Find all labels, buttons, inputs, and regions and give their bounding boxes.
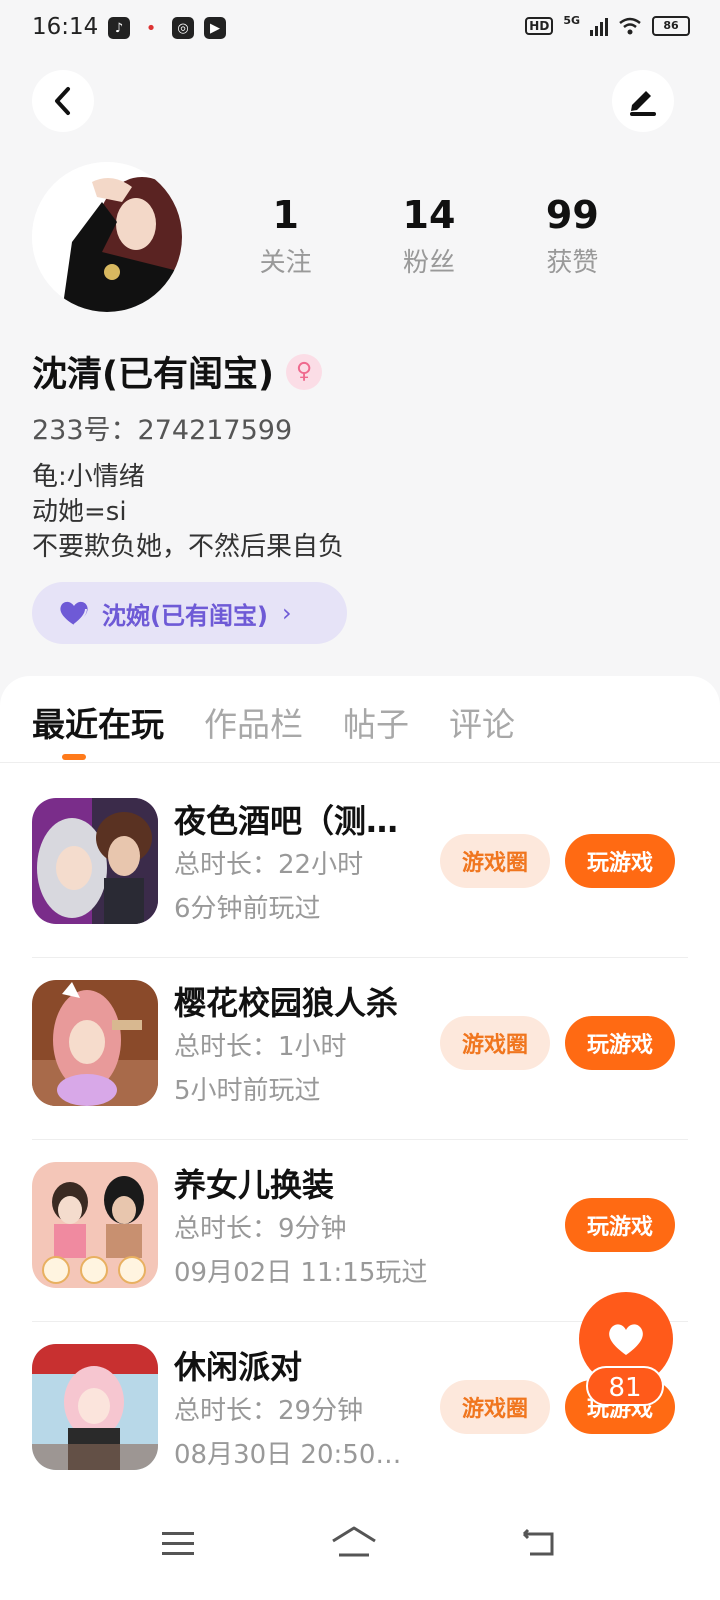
tab-comments[interactable]: 评论 bbox=[449, 698, 515, 746]
edit-profile-button[interactable] bbox=[612, 70, 674, 132]
status-bar: 16:14 ♪ • ◎ ▶ HD 5G 86 bbox=[0, 0, 720, 58]
name-row: 沈清(已有闺宝) ♀ bbox=[32, 346, 322, 397]
game-title: 夜色酒吧（测… bbox=[174, 802, 399, 840]
game-circle-button[interactable]: 游戏圈 bbox=[440, 834, 550, 888]
game-last-played: 08月30日 20:50… bbox=[174, 1440, 402, 1470]
notification-icons: ♪ • ◎ ▶ bbox=[108, 17, 226, 39]
network-type: 5G bbox=[563, 13, 580, 27]
list-item[interactable]: 夜色酒吧（测… 总时长：22小时 6分钟前玩过 游戏圈 玩游戏 bbox=[0, 776, 720, 958]
avatar-image bbox=[32, 162, 182, 312]
back-arrow-icon bbox=[55, 87, 70, 115]
game-playtime: 总时长：22小时 bbox=[174, 850, 364, 880]
menu-icon bbox=[162, 1532, 194, 1555]
back-button[interactable] bbox=[32, 70, 94, 132]
system-nav-bar bbox=[0, 1490, 720, 1600]
profile-name: 沈清(已有闺宝) bbox=[32, 355, 274, 395]
avatar[interactable] bbox=[32, 162, 182, 312]
play-game-button[interactable]: 玩游戏 bbox=[565, 1016, 675, 1070]
heart-icon bbox=[609, 1324, 643, 1355]
stat-following[interactable]: 1 关注 bbox=[214, 192, 357, 279]
game-icon bbox=[32, 980, 158, 1106]
stat-followers[interactable]: 14 粉丝 bbox=[357, 192, 500, 279]
heart-icon bbox=[60, 601, 88, 626]
home-icon bbox=[332, 1526, 376, 1557]
app-icon: ◎ bbox=[172, 17, 194, 39]
tab-bar: 最近在玩 作品栏 帖子 评论 bbox=[32, 698, 515, 746]
game-playtime: 总时长：1小时 bbox=[174, 1032, 347, 1062]
tab-recent[interactable]: 最近在玩 bbox=[32, 698, 164, 746]
partner-name: 沈婉(已有闺宝) bbox=[102, 601, 268, 630]
menu-button[interactable] bbox=[148, 1518, 208, 1568]
chevron-right-icon: › bbox=[281, 599, 292, 627]
like-count: 81 bbox=[586, 1366, 664, 1406]
back-nav-icon bbox=[522, 1528, 554, 1556]
stat-label: 关注 bbox=[259, 248, 312, 278]
game-circle-button[interactable]: 游戏圈 bbox=[440, 1016, 550, 1070]
game-icon bbox=[32, 798, 158, 924]
stat-number: 99 bbox=[545, 193, 599, 237]
play-game-button[interactable]: 玩游戏 bbox=[565, 834, 675, 888]
game-circle-button[interactable]: 游戏圈 bbox=[440, 1380, 550, 1434]
bio-line: 动她=si bbox=[32, 497, 127, 527]
game-icon bbox=[32, 1344, 158, 1470]
game-last-played: 5小时前玩过 bbox=[174, 1076, 321, 1106]
bio-line: 龟:小情绪 bbox=[32, 462, 145, 492]
tiktok-icon: ♪ bbox=[108, 17, 130, 39]
profile-stats: 1 关注 14 粉丝 99 获赞 bbox=[214, 192, 644, 279]
game-title: 樱花校园狼人杀 bbox=[174, 984, 399, 1022]
tab-works[interactable]: 作品栏 bbox=[204, 698, 303, 746]
female-icon: ♀ bbox=[286, 353, 322, 390]
stat-likes[interactable]: 99 获赞 bbox=[501, 192, 644, 279]
location-pin-icon: • bbox=[145, 17, 157, 39]
tab-indicator bbox=[62, 754, 86, 760]
status-indicators: HD 5G 86 bbox=[525, 13, 690, 36]
content-card: 最近在玩 作品栏 帖子 评论 夜色酒吧（测… 总时长：22小时 6分钟前玩过 游… bbox=[0, 676, 720, 1600]
wifi-icon bbox=[619, 17, 641, 35]
stat-label: 获赞 bbox=[546, 248, 599, 278]
game-last-played: 6分钟前玩过 bbox=[174, 894, 321, 924]
game-last-played: 09月02日 11:15玩过 bbox=[174, 1258, 428, 1288]
play-circle-icon: ▶ bbox=[204, 17, 226, 39]
stat-number: 14 bbox=[402, 193, 456, 237]
play-game-button[interactable]: 玩游戏 bbox=[565, 1198, 675, 1252]
pencil-icon bbox=[630, 91, 656, 116]
back-nav-button[interactable] bbox=[508, 1518, 568, 1568]
game-title: 休闲派对 bbox=[174, 1348, 303, 1386]
signal-icon bbox=[590, 16, 608, 36]
game-playtime: 总时长：29分钟 bbox=[174, 1396, 364, 1426]
user-id: 233号：274217599 bbox=[32, 415, 293, 446]
game-title: 养女儿换装 bbox=[174, 1166, 335, 1204]
stat-label: 粉丝 bbox=[402, 248, 455, 278]
game-icon bbox=[32, 1162, 158, 1288]
hd-icon: HD bbox=[525, 17, 554, 35]
battery-icon: 86 bbox=[652, 16, 690, 36]
game-playtime: 总时长：9分钟 bbox=[174, 1214, 347, 1244]
status-time: 16:14 bbox=[32, 14, 99, 40]
stat-number: 1 bbox=[272, 193, 299, 237]
divider bbox=[0, 762, 720, 763]
bio: 龟:小情绪 动她=si 不要欺负她，不然后果自负 bbox=[32, 460, 344, 565]
home-button[interactable] bbox=[324, 1518, 384, 1568]
partner-link[interactable]: 沈婉(已有闺宝) › bbox=[32, 582, 347, 644]
bio-line: 不要欺负她，不然后果自负 bbox=[32, 532, 345, 562]
tab-posts[interactable]: 帖子 bbox=[343, 698, 409, 746]
list-item[interactable]: 樱花校园狼人杀 总时长：1小时 5小时前玩过 游戏圈 玩游戏 bbox=[0, 958, 720, 1140]
